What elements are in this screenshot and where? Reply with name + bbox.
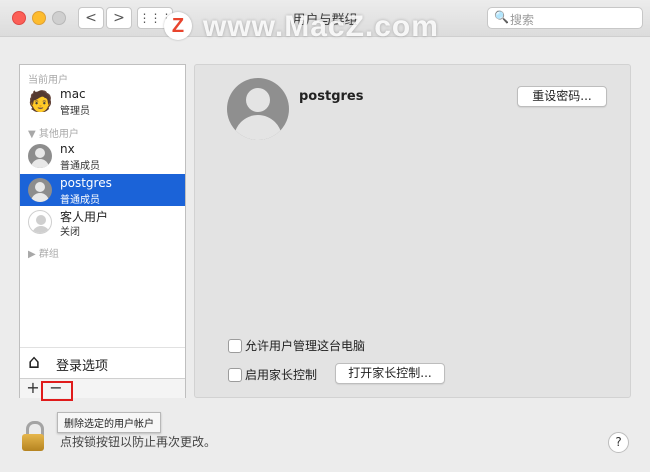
user-avatar-icon xyxy=(28,178,52,202)
parental-controls-label: 启用家长控制 xyxy=(245,368,318,382)
user-name: nx xyxy=(60,142,75,156)
user-row-guest[interactable]: 客人用户 关闭 xyxy=(20,206,185,238)
search-placeholder: 搜索 xyxy=(510,13,535,27)
search-field[interactable]: 🔍 搜索 xyxy=(487,7,643,29)
disclosure-down-icon: ▼ xyxy=(28,129,39,140)
add-user-button[interactable]: + xyxy=(24,379,42,397)
user-name: postgres xyxy=(60,176,112,190)
groups-header[interactable]: ▶ 群组 xyxy=(28,245,59,260)
guest-avatar-icon xyxy=(28,210,52,234)
user-role: 关闭 xyxy=(60,227,80,238)
user-name: mac xyxy=(60,87,86,101)
user-role: 普通成员 xyxy=(60,161,100,172)
reset-password-button[interactable]: 重设密码... xyxy=(517,86,607,107)
large-user-avatar-icon[interactable] xyxy=(227,78,289,140)
user-row-postgres[interactable]: postgres 普通成员 xyxy=(20,174,185,206)
allow-admin-label: 允许用户管理这台电脑 xyxy=(245,339,366,353)
selected-username: postgres xyxy=(299,89,364,104)
other-users-header[interactable]: ▼ 其他用户 xyxy=(28,125,79,140)
lock-icon[interactable] xyxy=(22,421,48,451)
user-row-mac[interactable]: 🧑 mac 管理员 xyxy=(20,85,185,117)
user-list-sidebar: 当前用户 🧑 mac 管理员 ▼ 其他用户 nx 普通成员 postgres 普… xyxy=(19,64,186,398)
lock-hint-text: 点按锁按钮以防止再次更改。 xyxy=(60,435,217,449)
watermark-text: www.MacZ.com xyxy=(203,10,439,43)
disclosure-right-icon: ▶ xyxy=(28,249,39,260)
login-options-label: 登录选项 xyxy=(56,359,109,374)
allow-admin-checkbox[interactable] xyxy=(228,339,242,353)
gingerbread-avatar-icon: 🧑 xyxy=(28,89,52,113)
remove-button-highlight xyxy=(41,381,73,401)
remove-user-tooltip: 删除选定的用户帐户 xyxy=(57,412,161,433)
help-button[interactable]: ? xyxy=(608,432,629,453)
user-row-nx[interactable]: nx 普通成员 xyxy=(20,140,185,172)
watermark-logo-icon: Z xyxy=(164,12,192,40)
user-avatar-icon xyxy=(28,144,52,168)
user-role: 管理员 xyxy=(60,106,90,117)
current-users-header: 当前用户 xyxy=(28,75,68,86)
user-role: 普通成员 xyxy=(60,195,100,206)
house-icon: ⌂ xyxy=(28,351,41,373)
search-icon: 🔍 xyxy=(494,10,509,24)
open-parental-controls-button[interactable]: 打开家长控制... xyxy=(335,363,445,384)
login-options-item[interactable]: ⌂ 登录选项 xyxy=(20,347,185,378)
parental-controls-checkbox[interactable] xyxy=(228,368,242,382)
